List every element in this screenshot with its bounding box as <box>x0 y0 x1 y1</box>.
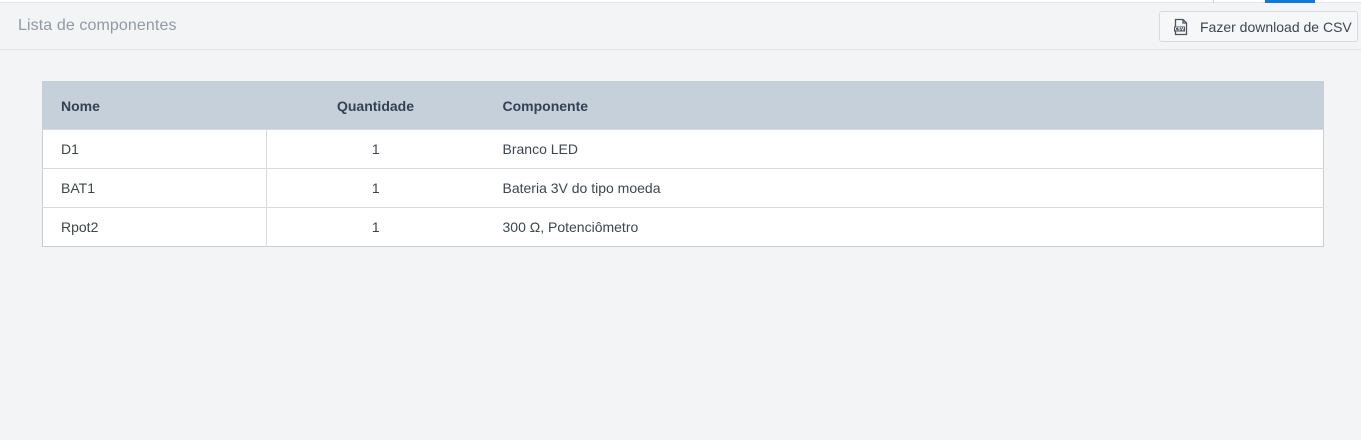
column-header-quantity[interactable]: Quantidade <box>266 81 485 130</box>
page-header: Lista de componentes CSV Fazer download … <box>0 3 1361 50</box>
cell-quantity: 1 <box>266 129 485 169</box>
table-row[interactable]: BAT1 1 Bateria 3V do tipo moeda <box>42 168 1324 208</box>
component-table: Nome Quantidade Componente D1 1 Branco L… <box>42 81 1324 247</box>
column-header-component[interactable]: Componente <box>484 81 1324 130</box>
column-header-name[interactable]: Nome <box>42 81 267 130</box>
cell-component: 300 Ω, Potenciômetro <box>484 207 1324 247</box>
cell-name: BAT1 <box>42 168 267 208</box>
cell-name: D1 <box>42 129 267 169</box>
cell-component: Branco LED <box>484 129 1324 169</box>
download-csv-label: Fazer download de CSV <box>1200 18 1352 35</box>
table-row[interactable]: Rpot2 1 300 Ω, Potenciômetro <box>42 207 1324 247</box>
table-header-row: Nome Quantidade Componente <box>42 81 1324 130</box>
cell-component: Bateria 3V do tipo moeda <box>484 168 1324 208</box>
cell-name: Rpot2 <box>42 207 267 247</box>
page-title: Lista de componentes <box>18 17 177 34</box>
cell-quantity: 1 <box>266 168 485 208</box>
download-csv-button[interactable]: CSV Fazer download de CSV <box>1159 11 1358 42</box>
cell-quantity: 1 <box>266 207 485 247</box>
table-row[interactable]: D1 1 Branco LED <box>42 129 1324 169</box>
csv-file-icon: CSV <box>1172 18 1190 36</box>
svg-text:CSV: CSV <box>1175 26 1185 31</box>
